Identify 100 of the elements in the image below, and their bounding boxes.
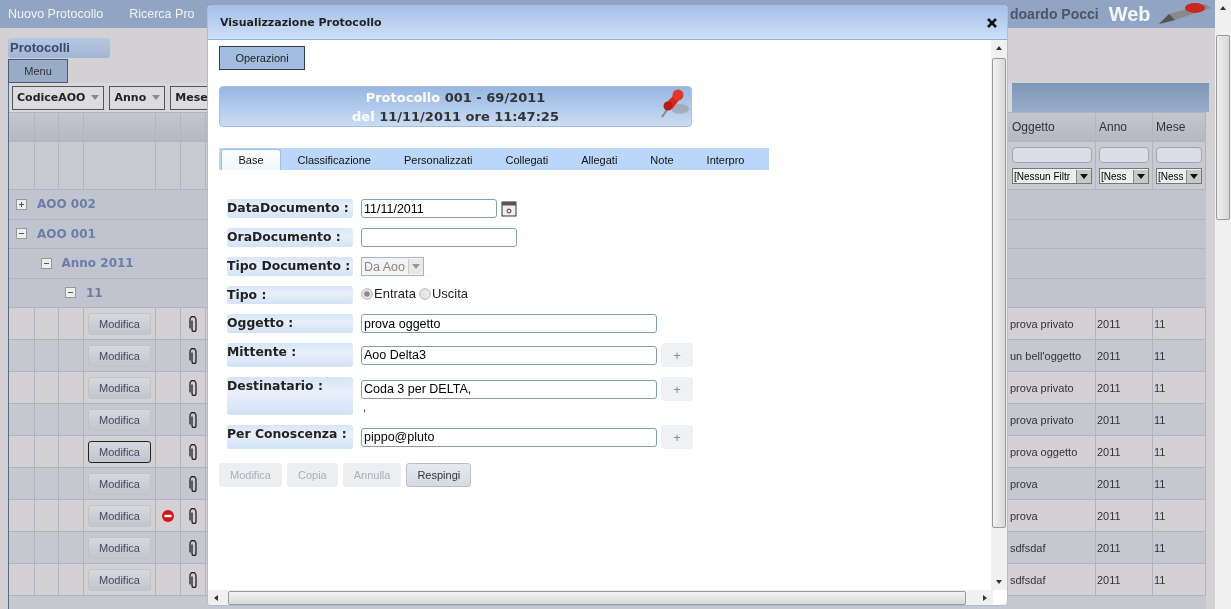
collapse-icon[interactable] <box>40 257 52 269</box>
caret-icon <box>152 95 161 100</box>
edit-button[interactable]: Modifica <box>88 472 151 495</box>
table-cell: prova oggetto <box>1009 436 1096 467</box>
user-name: doardo Pocci <box>1009 6 1099 22</box>
paperclip-icon[interactable] <box>189 571 197 588</box>
action-button[interactable]: Respingi <box>406 463 472 487</box>
tab[interactable]: Personalizzati <box>387 150 489 170</box>
paperclip-icon[interactable] <box>189 443 197 460</box>
header-label: Protocollo <box>365 89 441 105</box>
time-field[interactable] <box>361 228 517 247</box>
group-by-chip[interactable]: CodiceAOO <box>12 85 105 110</box>
radio-button[interactable]: Uscita <box>418 286 469 301</box>
edit-button[interactable]: Modifica <box>88 408 151 431</box>
table-cell: 11 <box>1153 372 1206 403</box>
group-label: AOO 002 <box>37 197 96 212</box>
edit-button[interactable]: Modifica <box>88 312 151 335</box>
group-label: 11 <box>86 285 103 300</box>
header-value: 001 - 69/2011 <box>444 89 546 105</box>
text-field[interactable]: Coda 3 per DELTA, <box>361 379 657 399</box>
edit-button[interactable]: Modifica <box>88 568 151 591</box>
edit-button[interactable]: Modifica <box>88 344 151 367</box>
tab[interactable]: Classificazione <box>281 150 388 170</box>
field-label: Oggetto : <box>227 314 353 333</box>
dialog-horizontal-scrollbar[interactable] <box>208 590 993 605</box>
paperclip-icon[interactable] <box>189 315 197 332</box>
paperclip-icon[interactable] <box>189 475 197 492</box>
tab[interactable]: Interpro <box>690 150 761 170</box>
table-cell: 11 <box>1153 308 1206 339</box>
table-cell: 11 <box>1153 564 1206 595</box>
field-label: Destinatario : <box>227 377 353 415</box>
recipient-separator: , <box>362 401 368 413</box>
filter-dropdown[interactable]: [Ness <box>1156 168 1202 184</box>
text-field[interactable]: Aoo Delta3 <box>361 345 657 365</box>
filter-dropdown[interactable]: [Ness <box>1099 168 1149 184</box>
field-label: DataDocumento : <box>227 199 353 218</box>
table-cell: prova <box>1009 500 1096 531</box>
table-cell: 11 <box>1153 468 1206 499</box>
expand-icon[interactable] <box>16 198 27 210</box>
paperclip-icon[interactable] <box>189 539 197 556</box>
table-cell: 11 <box>1153 532 1206 563</box>
tab[interactable]: Allegati <box>564 150 634 170</box>
field-label: Tipo : <box>227 286 353 304</box>
group-by-chip[interactable]: Anno <box>109 85 166 110</box>
table-cell: 11 <box>1153 436 1206 467</box>
radio-icon[interactable] <box>361 287 373 300</box>
page-scrollbar[interactable] <box>1215 0 1231 609</box>
paperclip-icon[interactable] <box>189 507 197 524</box>
field-label: Mittente : <box>227 343 353 367</box>
menu-button[interactable]: Menu <box>8 59 68 83</box>
radio-button[interactable]: Entrata <box>361 286 416 301</box>
table-cell: prova privato <box>1009 372 1096 403</box>
panel-title: Protocolli <box>8 38 110 58</box>
dialog-title: Visualizzazione Protocollo <box>220 16 382 29</box>
table-cell: 2011 <box>1096 564 1153 595</box>
text-field[interactable]: prova oggetto <box>361 314 657 333</box>
table-cell: 2011 <box>1096 436 1153 467</box>
edit-button[interactable]: Modifica <box>88 504 151 527</box>
caret-icon <box>1190 173 1198 179</box>
column-header[interactable]: Anno <box>1096 113 1153 141</box>
close-icon[interactable] <box>987 17 997 28</box>
header-value: 11/11/2011 ore 11:47:25 <box>379 108 559 124</box>
radio-icon[interactable] <box>418 287 431 300</box>
paperclip-icon[interactable] <box>189 379 197 396</box>
group-by-chip[interactable]: Mese <box>170 85 209 110</box>
tab[interactable]: Base <box>221 149 282 170</box>
filter-field[interactable] <box>1156 147 1202 163</box>
edit-button[interactable]: Modifica <box>88 376 151 399</box>
filter-field[interactable] <box>1099 147 1149 163</box>
caret-icon <box>1080 173 1088 179</box>
caret-icon <box>412 264 420 269</box>
table-cell: prova privato <box>1009 308 1096 339</box>
table-cell: 2011 <box>1096 340 1153 371</box>
column-header[interactable]: Oggetto <box>1009 113 1096 141</box>
table-cell: 2011 <box>1096 308 1153 339</box>
table-cell: 11 <box>1153 404 1206 435</box>
field-label: OraDocumento : <box>227 228 353 247</box>
field-label: Tipo Documento : <box>227 257 353 276</box>
tab[interactable]: Collegati <box>488 150 565 170</box>
text-field[interactable]: pippo@pluto <box>361 427 657 447</box>
collapse-icon[interactable] <box>16 228 27 240</box>
caret-icon <box>91 95 100 100</box>
filter-dropdown[interactable]: [Nessun Filtr <box>1012 168 1092 184</box>
column-header[interactable]: Mese <box>1153 113 1206 141</box>
table-cell: 2011 <box>1096 500 1153 531</box>
date-field[interactable]: 11/11/2011 <box>361 199 497 218</box>
tab[interactable]: Note <box>633 150 691 170</box>
paperclip-icon[interactable] <box>189 347 197 364</box>
collapse-icon[interactable] <box>65 287 76 299</box>
paperclip-icon[interactable] <box>189 411 197 428</box>
calendar-icon[interactable] <box>501 200 517 217</box>
field-label: Per Conoscenza : <box>227 425 353 449</box>
table-cell: sdfsdaf <box>1009 564 1096 595</box>
edit-button[interactable]: Modifica <box>88 440 151 463</box>
filter-field[interactable] <box>1012 147 1092 163</box>
edit-button[interactable]: Modifica <box>88 536 151 559</box>
dialog-vertical-scrollbar[interactable] <box>991 40 1007 590</box>
operations-button[interactable]: Operazioni <box>219 46 305 70</box>
group-label: Anno 2011 <box>61 256 134 271</box>
table-cell: sdfsdaf <box>1009 532 1096 563</box>
